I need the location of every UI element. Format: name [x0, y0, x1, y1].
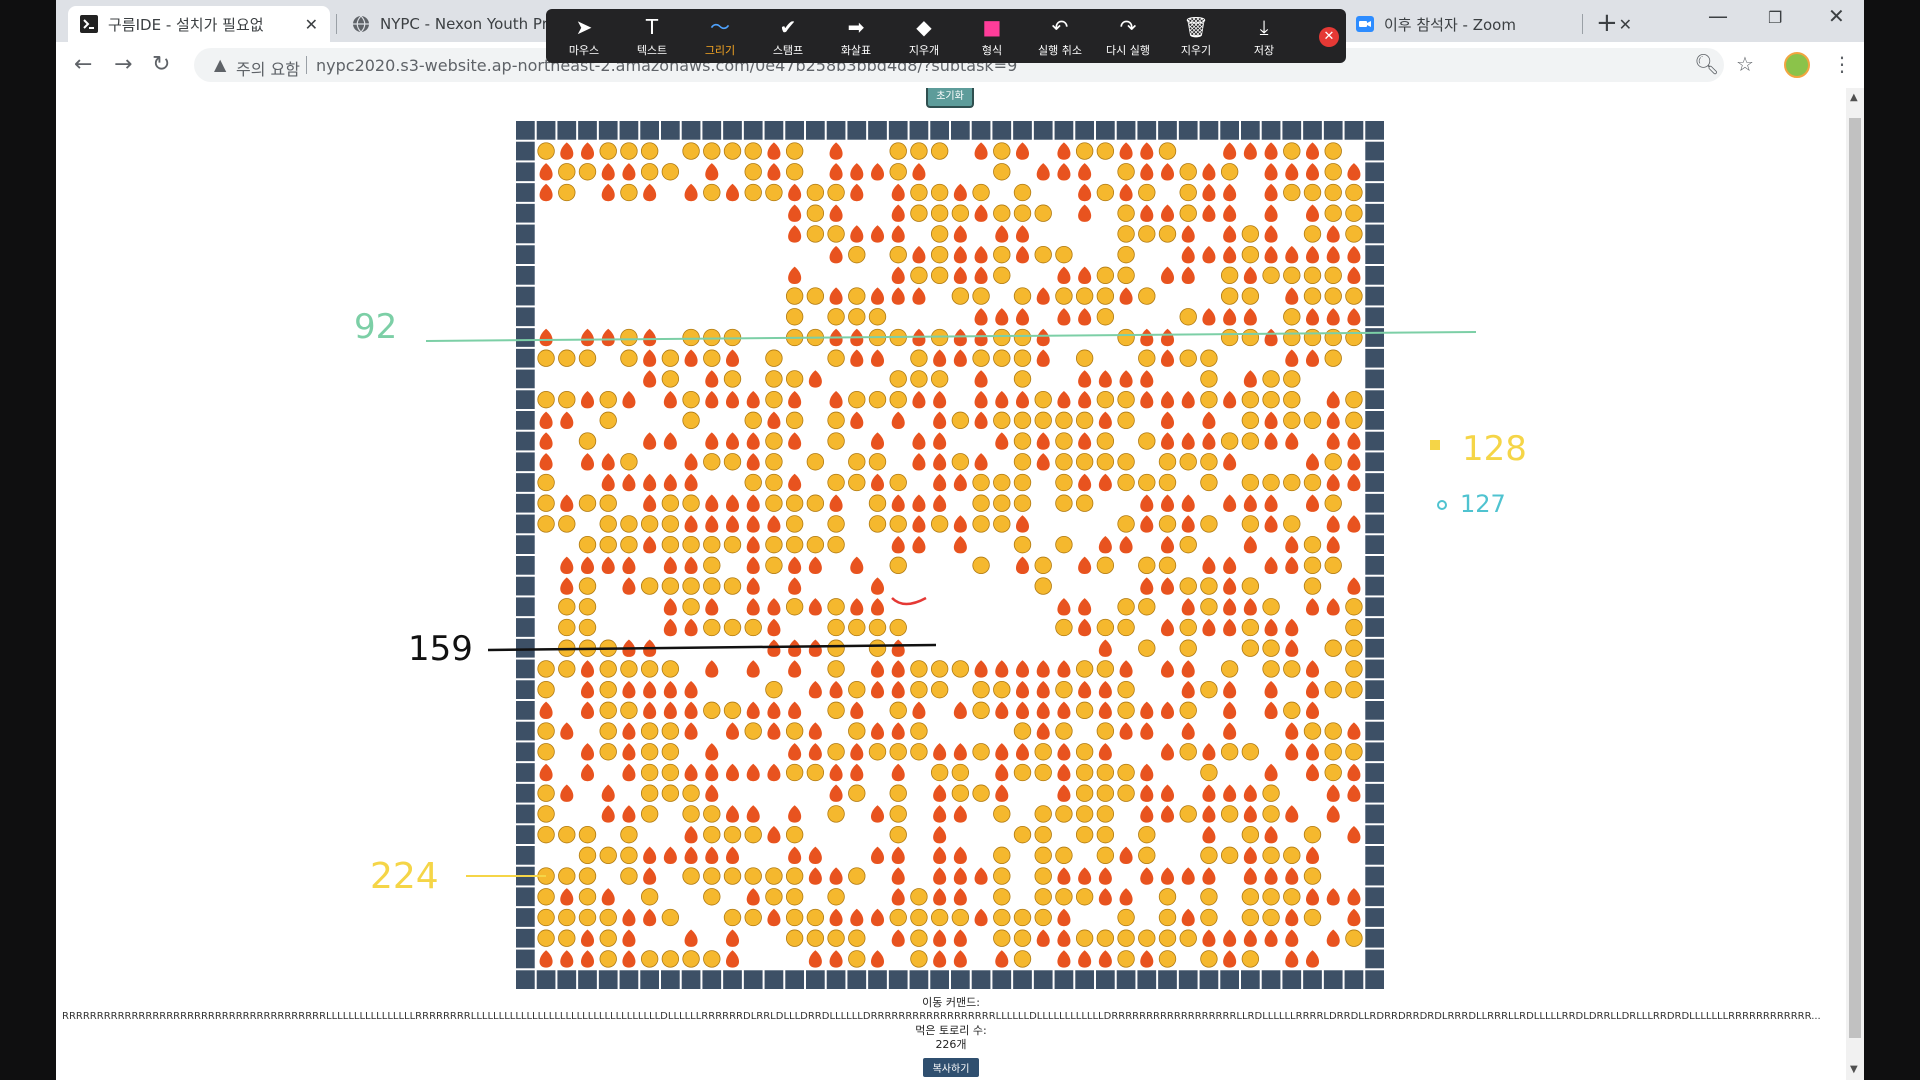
annotation-128-label: 128 [1462, 429, 1527, 469]
annot-tool-5[interactable]: ◆ 지우개 [894, 9, 954, 63]
annot-tool-10[interactable]: ⤓ 저장 [1234, 9, 1294, 63]
annot-tool-label: 다시 실행 [1106, 44, 1150, 57]
annotation-squiggle [891, 596, 927, 606]
tab-goorm-ide[interactable]: 구름IDE - 설치가 필요없 ✕ [68, 6, 330, 42]
result-panel: 이동 커맨드: RRRRRRRRRRRRRRRRRRRRRRRRRRRRRRRR… [56, 996, 1846, 1077]
annot-tool-label: 텍스트 [636, 44, 668, 57]
undo-icon: ↶ [1051, 15, 1069, 39]
zoom-magnifier-icon[interactable]: 🔍︎ [1694, 52, 1719, 76]
annotation-line-159 [487, 643, 937, 652]
commands-label: 이동 커맨드: [922, 996, 980, 1009]
text-icon: T [645, 15, 659, 39]
eraser-icon: ◆ [916, 15, 932, 39]
forward-icon[interactable]: → [114, 52, 132, 77]
restore-icon[interactable]: ❐ [1768, 8, 1782, 27]
tab-title: 이후 참석자 - Zoom [1384, 15, 1516, 34]
copy-button[interactable]: 복사하기 [922, 1058, 980, 1077]
annot-tool-label: 실행 취소 [1038, 44, 1082, 57]
annotation-marker-128 [1430, 440, 1440, 450]
annotation-marker-127 [1437, 500, 1447, 510]
security-warning[interactable]: 주의 요함 [236, 56, 300, 80]
format-icon: ■ [982, 15, 1002, 39]
page-content: 초기화 92 159 224 128 127 이동 커맨드: RRRRRRRRR… [56, 88, 1846, 1080]
annot-tool-label: 지우기 [1180, 44, 1212, 57]
eaten-label: 먹은 토로리 수: [915, 1024, 987, 1037]
browser-window: 구름IDE - 설치가 필요없 ✕ NYPC - Nexon Youth Pro… [56, 0, 1864, 1080]
annot-tool-label: 그리기 [704, 44, 736, 57]
stamp-icon: ✔ [779, 15, 797, 39]
close-tab-icon[interactable]: ✕ [1619, 15, 1632, 34]
annot-tool-label: 스탬프 [772, 44, 804, 57]
reload-icon[interactable]: ↻ [152, 52, 170, 77]
globe-icon [352, 15, 370, 33]
more-menu-icon[interactable]: ⋮ [1832, 52, 1852, 76]
back-icon[interactable]: ← [74, 52, 92, 77]
avatar[interactable] [1784, 52, 1810, 78]
zoom-icon [1356, 15, 1374, 33]
annot-tool-6[interactable]: ■ 형식 [962, 9, 1022, 63]
annot-tool-2[interactable]: 〜 그리기 [690, 9, 750, 63]
annot-tool-label: 형식 [981, 44, 1003, 57]
scroll-thumb[interactable] [1849, 118, 1861, 1038]
close-tab-icon[interactable]: ✕ [305, 15, 318, 34]
annot-tool-label: 화살표 [840, 44, 872, 57]
close-annotation-icon[interactable]: ✕ [1319, 27, 1339, 47]
annotation-92-label: 92 [354, 307, 397, 347]
page-scrollbar[interactable]: ▲ ▼ [1846, 88, 1864, 1080]
annot-tool-label: 마우스 [568, 44, 600, 57]
scroll-down-icon[interactable]: ▼ [1850, 1064, 1858, 1075]
annot-tool-8[interactable]: ↷ 다시 실행 [1098, 9, 1158, 63]
arrow-icon: ➡ [847, 15, 865, 39]
annot-tool-4[interactable]: ➡ 화살표 [826, 9, 886, 63]
annotation-224-label: 224 [370, 856, 439, 897]
minimize-icon[interactable]: — [1708, 4, 1728, 28]
annot-tool-label: 저장 [1253, 44, 1275, 57]
annot-tool-7[interactable]: ↶ 실행 취소 [1030, 9, 1090, 63]
annot-tool-9[interactable]: 🗑 지우기 [1166, 9, 1226, 63]
annotation-line-92 [425, 331, 1477, 342]
annot-tool-3[interactable]: ✔ 스탬프 [758, 9, 818, 63]
annotation-159-label: 159 [408, 629, 473, 669]
trash-icon: 🗑 [1183, 15, 1209, 39]
terminal-icon [80, 15, 98, 33]
annotation-127-label: 127 [1460, 490, 1506, 518]
zoom-annotation-toolbar: ➤ 마우스 T 텍스트 〜 그리기 ✔ 스탬프 ➡ 화살표 ◆ 지우개 ■ 형식 ↶ 실행 취소 ↷ 다시 실행 🗑… [546, 9, 1346, 63]
annot-tool-0[interactable]: ➤ 마우스 [554, 9, 614, 63]
draw-icon: 〜 [710, 15, 730, 39]
tab-title: 구름IDE - 설치가 필요없 [108, 15, 264, 34]
annot-tool-label: 지우개 [908, 44, 940, 57]
annotation-layer: 92 159 224 128 127 [354, 307, 1527, 897]
mouse-pointer-icon: ➤ [575, 15, 593, 39]
scroll-up-icon[interactable]: ▲ [1850, 92, 1858, 103]
bookmark-star-icon[interactable]: ☆ [1736, 52, 1754, 76]
close-window-icon[interactable]: ✕ [1828, 4, 1845, 28]
eaten-count: 226개 [935, 1038, 967, 1051]
redo-icon: ↷ [1119, 15, 1137, 39]
annot-tool-1[interactable]: T 텍스트 [622, 9, 682, 63]
commands-text: RRRRRRRRRRRRRRRRRRRRRRRRRRRRRRRRRRRRRRLL… [62, 1011, 1821, 1022]
new-tab-button[interactable]: + [1596, 8, 1618, 38]
save-icon: ⤓ [1259, 15, 1269, 39]
warning-icon: ▲ [214, 55, 227, 74]
